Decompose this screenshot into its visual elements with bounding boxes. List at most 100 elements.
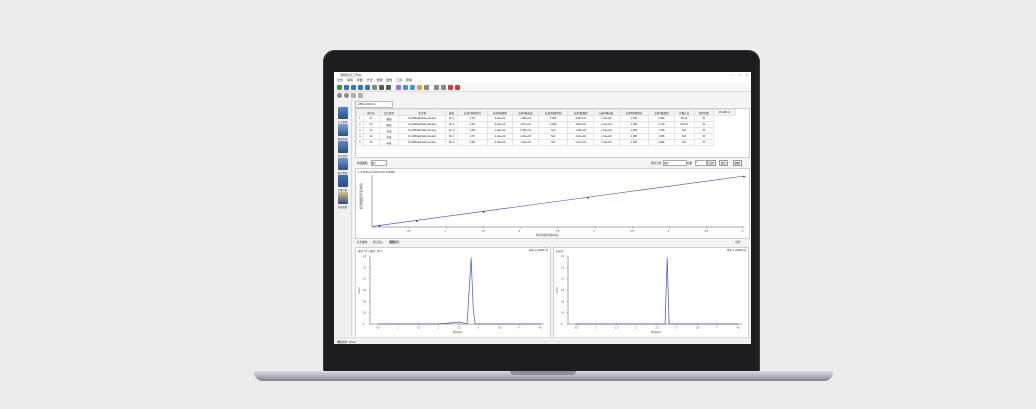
x-tick-label: 1.5 xyxy=(615,328,619,330)
toolbar-tool-icon[interactable] xyxy=(403,84,408,90)
menu-edit[interactable]: 编辑 xyxy=(347,78,353,82)
x-tick-label: 3.5 xyxy=(630,230,634,233)
module-icon xyxy=(337,141,348,153)
y-axis-label: 相对峰面积(样品/内标) xyxy=(359,183,363,209)
x-tick-label: 1 xyxy=(397,328,399,330)
weight-label: 权重: xyxy=(687,162,693,165)
menu-help[interactable]: 帮助 xyxy=(406,78,412,82)
toolbar-tool-icon[interactable] xyxy=(358,84,363,90)
table-cell: 2.38e+04 xyxy=(486,139,514,146)
weight-select[interactable]: 1 xyxy=(695,160,707,166)
x-tick-label: 2.5 xyxy=(556,230,560,233)
x-axis-label: 相对浓度(样品/内标) xyxy=(536,233,559,237)
chromo-left-header: 样本: S1, 分析号: Mr 1 xyxy=(358,250,382,253)
x-axis-label: 时间/min xyxy=(453,330,463,334)
chromatogram-right: 分析号: Map 1_2std02.xpl 0 0.3 0.6 0.9 1.2 1.5 1.… xyxy=(553,247,749,338)
toolbar-tool-icon[interactable] xyxy=(417,84,422,90)
calibration-plot: y=1.8661x+0.0013 (R2=0.9988) 相对峰面积(样品/内标)… xyxy=(358,170,745,237)
x-tick-label: 3.5 xyxy=(696,328,700,330)
y-tick-label: 0.6 xyxy=(561,301,565,303)
module-icon xyxy=(337,175,348,187)
nav-icon[interactable] xyxy=(351,93,356,98)
table-cell: Mr 1 xyxy=(445,139,459,146)
menu-method[interactable]: 方法 xyxy=(367,78,373,82)
y-axis-label: mAU xyxy=(556,287,559,293)
minimize-button[interactable]: – xyxy=(732,72,734,77)
tab-chromatogram[interactable]: 谱图显示 xyxy=(389,240,399,244)
x-tick-label: 1 xyxy=(444,230,446,233)
doc-tab-label: HBFA-2024-01 xyxy=(358,103,376,106)
resize-grip-icon[interactable]: ◢ xyxy=(337,339,747,343)
toolbar-tool-icon[interactable] xyxy=(448,84,453,90)
module-icon xyxy=(337,158,348,170)
sidebar: 方法管理 数据处理 样品管理 报告管理 定量分析 系统管理 xyxy=(334,100,352,336)
toolbar-tool-icon[interactable] xyxy=(344,84,349,90)
menu-file[interactable]: 文件 xyxy=(337,78,343,82)
chromatogram-plot: 0 0.3 0.6 0.9 1.2 1.5 1.8 0.5 1 1.5 2 2.5 3 3.5 4 4.5 时间… xyxy=(556,255,742,334)
toolbar-tool-icon[interactable] xyxy=(337,84,342,90)
toolbar-tool-icon[interactable] xyxy=(386,84,391,90)
toolbar-tool-icon[interactable] xyxy=(365,84,370,90)
x-tick-label: 5 xyxy=(742,230,744,233)
close-button[interactable]: × xyxy=(746,72,748,77)
y-tick-label: 0 xyxy=(561,324,563,326)
x-tick-label: 4 xyxy=(668,230,670,233)
stop-icon[interactable] xyxy=(344,93,349,98)
menu-tools[interactable]: 工具 xyxy=(396,78,402,82)
calibration-point[interactable] xyxy=(415,220,418,222)
toolbar-tool-icon[interactable] xyxy=(379,84,384,90)
toolbar-tool-icon[interactable] xyxy=(455,84,460,90)
x-tick-label: 2 xyxy=(635,328,637,330)
x-tick-label: 4.5 xyxy=(736,328,740,330)
x-tick-label: 1 xyxy=(595,328,597,330)
x-tick-label: 4.5 xyxy=(705,230,709,233)
nav-icon[interactable] xyxy=(358,93,363,98)
maximize-button[interactable]: □ xyxy=(739,72,741,77)
toolbar-tool-icon[interactable] xyxy=(351,84,356,90)
fullscreen-button[interactable]: 全屏 xyxy=(735,240,740,244)
close-icon[interactable]: × xyxy=(389,102,391,107)
origin-button[interactable]: 原点 xyxy=(719,160,728,166)
fit-equation: y=1.8661x+0.0013 (R2=0.9988) xyxy=(358,170,395,174)
menu-data[interactable]: 数据 xyxy=(376,78,382,82)
column-header[interactable]: Pro(M) mr xyxy=(713,109,736,116)
refresh-button[interactable]: 刷新 xyxy=(733,160,742,166)
menu-report[interactable]: 报告 xyxy=(386,78,392,82)
toolbar-tool-icon[interactable] xyxy=(396,84,401,90)
calibration-point[interactable] xyxy=(482,210,485,213)
app-screen: 液相色谱工作站- – □ × 文件 编辑 视图 方法 数据 报告 工具 帮助 方… xyxy=(334,72,751,344)
toolbar-tool-icon[interactable] xyxy=(410,84,415,90)
apply-button[interactable]: 应用 xyxy=(707,160,716,166)
table-row[interactable]: 5 05 标准 D-CMPeak(Safe) Area(v) Mr 1 2.88 2.38e… xyxy=(356,139,736,146)
calibration-point[interactable] xyxy=(378,225,381,227)
calibration-controls: 样品数据: 峰1 拟合方式: 线性 权重: 1 应用 原点 刷新 xyxy=(355,160,748,166)
calibration-point[interactable] xyxy=(586,196,589,199)
y-tick-label: 1.5 xyxy=(561,267,565,269)
y-tick-label: 0.9 xyxy=(561,290,565,292)
sample-label: 样品数据: xyxy=(357,162,369,165)
x-tick-label: 0.5 xyxy=(575,328,579,330)
x-tick-label: 3.5 xyxy=(498,328,502,330)
sample-select[interactable]: 峰1 xyxy=(371,160,387,166)
doc-tab[interactable]: HBFA-2024-01 × xyxy=(355,101,393,108)
x-tick-label: 2.5 xyxy=(458,328,462,330)
x-tick-label: 3 xyxy=(593,230,595,233)
x-tick-label: 2 xyxy=(519,230,521,233)
toolbar-tool-icon[interactable] xyxy=(372,84,377,90)
tab-curve[interactable]: 标准曲线 xyxy=(357,240,367,244)
record-icon[interactable] xyxy=(337,93,342,98)
y-tick-label: 0.3 xyxy=(561,313,565,315)
sidebar-item[interactable]: 系统管理 xyxy=(335,191,350,215)
toolbar-tool-icon[interactable] xyxy=(424,84,429,90)
sub-tabs: 标准曲线 校正因子 谱图显示 全屏 xyxy=(355,240,748,246)
y-tick-label: 1.2 xyxy=(561,279,565,281)
table-cell: 1.94e+03 xyxy=(512,139,539,146)
menu-view[interactable]: 视图 xyxy=(357,78,363,82)
toolbar-tool-icon[interactable] xyxy=(434,84,439,90)
fit-select[interactable]: 线性 xyxy=(663,160,687,166)
y-tick-label: 1.8 xyxy=(363,256,367,258)
toolbar-tool-icon[interactable] xyxy=(441,84,446,90)
laptop-notch xyxy=(510,371,576,375)
tab-factor[interactable]: 校正因子 xyxy=(373,240,383,244)
calibration-point[interactable] xyxy=(743,175,745,178)
